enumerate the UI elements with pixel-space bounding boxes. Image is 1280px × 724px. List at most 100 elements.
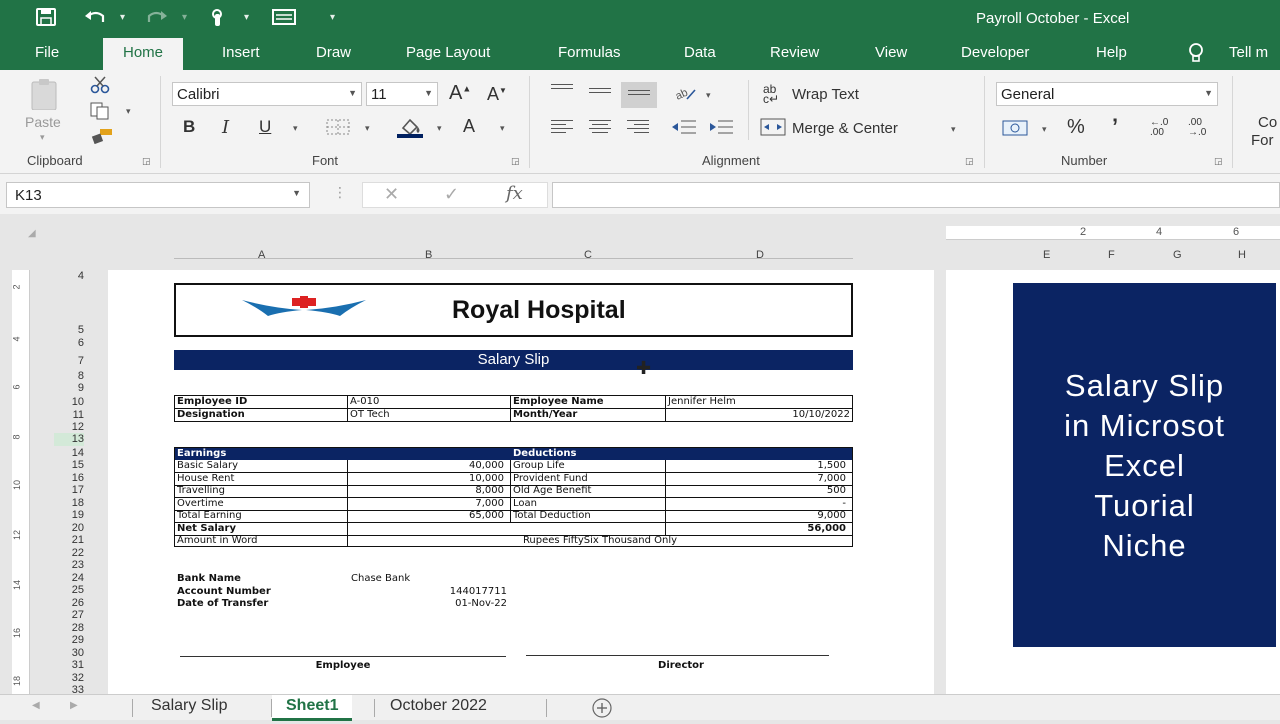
more-options-icon[interactable]: ⋮ xyxy=(333,184,347,201)
row-header[interactable]: 30 xyxy=(56,647,84,659)
earning-value[interactable]: 8,000 xyxy=(350,485,504,496)
column-header-b[interactable]: B xyxy=(425,249,432,261)
align-middle-icon[interactable] xyxy=(589,88,611,102)
row-header[interactable]: 12 xyxy=(56,421,84,433)
row-header[interactable]: 5 xyxy=(56,324,84,336)
format-painter-icon[interactable] xyxy=(90,128,114,147)
tab-page-layout[interactable]: Page Layout xyxy=(406,44,490,61)
sheet-tab-salary-slip[interactable]: Salary Slip xyxy=(151,697,227,715)
column-header-g[interactable]: G xyxy=(1173,249,1182,261)
row-header[interactable]: 32 xyxy=(56,672,84,684)
conditional-formatting-label-2[interactable]: For xyxy=(1251,132,1274,149)
month-year-value[interactable]: 10/10/2022 xyxy=(668,409,850,420)
column-header-e[interactable]: E xyxy=(1043,249,1050,261)
deduction-value[interactable]: 500 xyxy=(668,485,846,496)
touch-mode-icon[interactable] xyxy=(208,8,228,33)
next-sheet-icon[interactable]: ▶ xyxy=(70,700,78,711)
align-bottom-icon[interactable] xyxy=(621,82,657,108)
merge-dropdown-icon[interactable]: ▾ xyxy=(951,124,956,135)
borders-icon[interactable] xyxy=(326,119,350,138)
merge-center-icon[interactable] xyxy=(760,118,786,139)
select-all-icon[interactable]: ◢ xyxy=(28,228,36,239)
paste-dropdown-icon[interactable]: ▾ xyxy=(40,132,45,143)
font-name-combo[interactable]: Calibri ▼ xyxy=(172,82,362,106)
number-launcher-icon[interactable]: ◲ xyxy=(1214,156,1223,167)
row-header[interactable]: 21 xyxy=(56,534,84,546)
name-box[interactable]: K13 ▼ xyxy=(6,182,310,208)
orientation-dropdown-icon[interactable]: ▾ xyxy=(706,90,711,101)
undo-dropdown-icon[interactable]: ▾ xyxy=(120,12,125,23)
bold-button[interactable]: B xyxy=(183,117,195,137)
font-color-dropdown-icon[interactable]: ▾ xyxy=(500,123,505,134)
formula-input[interactable] xyxy=(552,182,1280,208)
decrease-indent-icon[interactable] xyxy=(671,119,697,138)
row-header[interactable]: 22 xyxy=(56,547,84,559)
customize-qat-icon[interactable]: ▾ xyxy=(330,12,335,23)
touch-dropdown-icon[interactable]: ▾ xyxy=(244,12,249,23)
grow-font-icon[interactable]: A▲ xyxy=(449,82,471,105)
row-header[interactable]: 9 xyxy=(56,382,84,394)
align-right-icon[interactable] xyxy=(627,120,649,134)
paste-label[interactable]: Paste xyxy=(25,114,61,130)
row-header[interactable]: 13 xyxy=(56,433,84,445)
align-top-icon[interactable] xyxy=(551,84,573,98)
row-header[interactable]: 6 xyxy=(56,337,84,349)
conditional-formatting-label[interactable]: Co xyxy=(1258,114,1277,131)
increase-decimal-icon[interactable]: ←.0.00 xyxy=(1150,118,1168,138)
underline-dropdown-icon[interactable]: ▾ xyxy=(293,123,298,134)
font-color-icon[interactable]: A xyxy=(463,116,475,137)
fill-color-icon[interactable] xyxy=(397,116,425,141)
earning-value[interactable]: 40,000 xyxy=(350,460,504,471)
borders-dropdown-icon[interactable]: ▾ xyxy=(365,123,370,134)
date-of-transfer-value[interactable]: 01-Nov-22 xyxy=(350,598,507,609)
chevron-down-icon[interactable]: ▼ xyxy=(292,188,301,198)
lightbulb-icon[interactable] xyxy=(1186,42,1206,68)
column-header-d[interactable]: D xyxy=(756,249,764,261)
amount-in-word-value[interactable]: Rupees FiftySix Thousand Only xyxy=(350,535,850,546)
accounting-dropdown-icon[interactable]: ▾ xyxy=(1042,124,1047,135)
merge-center-button[interactable]: Merge & Center xyxy=(792,120,898,137)
row-header[interactable]: 29 xyxy=(56,634,84,646)
column-header-h[interactable]: H xyxy=(1238,249,1246,261)
net-salary-value[interactable]: 56,000 xyxy=(668,523,846,534)
comma-style-button[interactable]: ’ xyxy=(1112,114,1118,140)
earning-value[interactable]: 10,000 xyxy=(350,473,504,484)
tab-developer[interactable]: Developer xyxy=(961,44,1029,61)
account-number-value[interactable]: 144017711 xyxy=(350,586,507,597)
form-icon[interactable] xyxy=(272,8,296,31)
save-icon[interactable] xyxy=(36,8,56,31)
row-header[interactable]: 27 xyxy=(56,609,84,621)
paste-icon[interactable] xyxy=(28,78,64,113)
employee-id-value[interactable]: A-010 xyxy=(350,396,379,407)
chevron-down-icon[interactable]: ▼ xyxy=(1204,88,1213,98)
row-header[interactable]: 26 xyxy=(56,597,84,609)
earning-value[interactable]: 65,000 xyxy=(350,510,504,521)
row-header[interactable]: 4 xyxy=(56,270,84,282)
insert-function-button[interactable]: fx xyxy=(506,183,523,204)
row-header[interactable]: 19 xyxy=(56,509,84,521)
alignment-launcher-icon[interactable]: ◲ xyxy=(965,156,974,167)
column-header-f[interactable]: F xyxy=(1108,249,1115,261)
bank-name-value[interactable]: Chase Bank xyxy=(351,573,410,584)
employee-name-value[interactable]: Jennifer Helm xyxy=(668,396,736,407)
copy-dropdown-icon[interactable]: ▾ xyxy=(126,106,131,117)
tab-data[interactable]: Data xyxy=(684,44,716,61)
decrease-decimal-icon[interactable]: .00 →.0 xyxy=(1188,118,1206,138)
orientation-icon[interactable]: ab xyxy=(673,84,697,106)
align-center-icon[interactable] xyxy=(589,120,611,134)
tab-insert[interactable]: Insert xyxy=(222,44,260,61)
tab-file[interactable]: File xyxy=(35,44,59,61)
row-header[interactable]: 15 xyxy=(56,459,84,471)
tab-formulas[interactable]: Formulas xyxy=(558,44,621,61)
chevron-down-icon[interactable]: ▼ xyxy=(424,88,433,98)
row-header[interactable]: 17 xyxy=(56,484,84,496)
shrink-font-icon[interactable]: A▼ xyxy=(487,84,507,105)
prev-sheet-icon[interactable]: ◀ xyxy=(32,700,40,711)
row-header[interactable]: 28 xyxy=(56,622,84,634)
earning-value[interactable]: 7,000 xyxy=(350,498,504,509)
wrap-text-icon[interactable]: ab c↵ xyxy=(763,83,779,105)
deduction-value[interactable]: - xyxy=(668,498,846,509)
row-header[interactable]: 23 xyxy=(56,559,84,571)
row-header[interactable]: 7 xyxy=(56,355,84,367)
tab-review[interactable]: Review xyxy=(770,44,819,61)
